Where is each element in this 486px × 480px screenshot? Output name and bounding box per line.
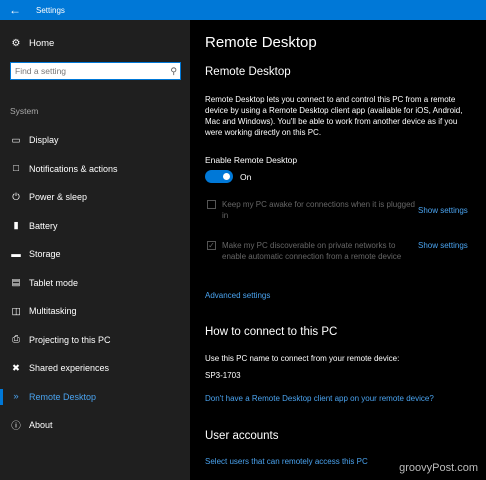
search-box[interactable]: ⚲ [10,62,181,80]
enable-remote-desktop-toggle[interactable] [205,170,233,183]
client-app-link[interactable]: Don't have a Remote Desktop client app o… [205,394,434,403]
search-icon[interactable]: ⚲ [170,66,177,77]
pc-name: SP3-1703 [205,371,241,380]
sidebar-item-notifications[interactable]: □ Notifications & actions [0,155,190,184]
toggle-knob [223,173,230,180]
title-bar: ← Settings [0,0,486,20]
sidebar-item-label: Tablet mode [29,277,79,288]
sidebar-item-label: Notifications & actions [29,163,118,174]
arrow-left-icon: ← [9,3,21,17]
connect-instructions: Use this PC name to connect from your re… [205,354,400,363]
sidebar-item-display[interactable]: ▭ Display [0,126,190,155]
sidebar-item-label: Shared experiences [29,363,110,374]
select-users-link[interactable]: Select users that can remotely access th… [205,457,368,466]
discoverable-show-settings-link[interactable]: Show settings [418,241,468,250]
sidebar-item-shared-experiences[interactable]: ✖ Shared experiences [0,354,190,383]
sidebar-item-label: About [29,420,53,431]
section-label: System [10,106,39,116]
search-input[interactable] [11,66,169,76]
keep-awake-show-settings-link[interactable]: Show settings [418,206,468,215]
toggle-state-label: On [240,172,252,182]
home-nav-item[interactable]: ⚙ Home [10,38,55,49]
enable-remote-desktop-label: Enable Remote Desktop [205,155,298,165]
remote-desktop-icon: » [13,391,19,403]
sidebar-item-about[interactable]: ⓘ About [0,411,190,440]
projecting-icon: ⎙ [12,334,20,346]
user-accounts-heading: User accounts [205,430,279,442]
sidebar-item-label: Storage [29,249,61,260]
main-content: Remote Desktop Remote Desktop Remote Des… [205,20,486,480]
storage-icon: ▬ [11,248,21,260]
sidebar-item-power[interactable]: ⏻ Power & sleep [0,183,190,212]
sidebar: ⚙ Home ⚲ System ▭ Display □ Notification… [0,20,190,480]
battery-icon: ▮ [13,220,19,232]
info-icon: ⓘ [11,421,21,433]
sidebar-item-tablet-mode[interactable]: ▤ Tablet mode [0,269,190,298]
shared-icon: ✖ [12,362,20,374]
section-heading: Remote Desktop [205,66,291,78]
sidebar-item-multitasking[interactable]: ◫ Multitasking [0,297,190,326]
sidebar-item-label: Projecting to this PC [29,334,111,345]
sidebar-item-battery[interactable]: ▮ Battery [0,212,190,241]
sidebar-item-label: Battery [29,220,58,231]
power-icon: ⏻ [12,191,20,203]
page-title: Remote Desktop [205,34,317,51]
monitor-icon: ▭ [11,134,21,146]
back-button[interactable]: ← [0,0,30,20]
sidebar-item-label: Remote Desktop [29,391,97,402]
home-label: Home [29,38,55,49]
keep-awake-label: Keep my PC awake for connections when it… [222,200,415,220]
sidebar-nav: ▭ Display □ Notifications & actions ⏻ Po… [0,126,190,440]
sidebar-item-label: Display [29,135,59,146]
multitasking-icon: ◫ [11,305,21,317]
advanced-settings-link[interactable]: Advanced settings [205,291,270,300]
gear-icon: ⚙ [11,38,21,49]
description-text: Remote Desktop lets you connect to and c… [205,95,463,137]
notifications-icon: □ [13,163,19,175]
discoverable-label: Make my PC discoverable on private netwo… [222,241,402,261]
tablet-icon: ▤ [11,277,21,289]
sidebar-item-storage[interactable]: ▬ Storage [0,240,190,269]
keep-awake-checkbox[interactable] [207,200,216,209]
sidebar-item-remote-desktop[interactable]: » Remote Desktop [0,383,190,412]
discoverable-checkbox[interactable]: ✓ [207,241,216,250]
watermark: groovyPost.com [399,462,478,474]
sidebar-item-label: Power & sleep [29,192,88,203]
sidebar-item-projecting[interactable]: ⎙ Projecting to this PC [0,326,190,355]
window-title: Settings [36,5,65,15]
connect-heading: How to connect to this PC [205,326,338,338]
sidebar-item-label: Multitasking [29,306,77,317]
